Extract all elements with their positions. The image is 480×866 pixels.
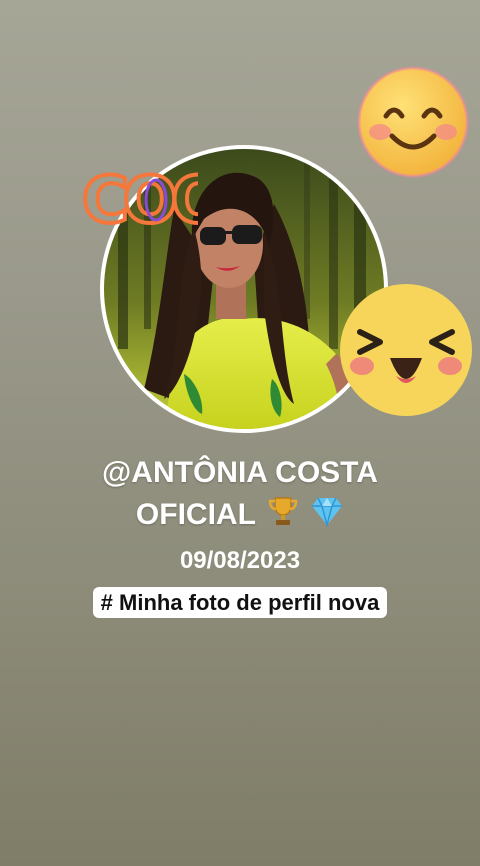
post-date: 09/08/2023 — [179, 547, 301, 574]
caption-container: # Minha foto de perfil nova — [90, 585, 390, 621]
username-suffix: OFICIAL — [135, 498, 256, 531]
story-canvas: COOL — [0, 0, 480, 866]
trophy-icon — [268, 495, 298, 539]
caption-text: # Minha foto de perfil nova — [92, 587, 388, 618]
profile-username: @ANTÔNIA COSTA OFICIAL — [40, 452, 440, 539]
cool-sticker: COOL — [78, 156, 198, 236]
username-line-2: OFICIAL — [40, 494, 440, 539]
cool-sticker-text: COOL — [82, 164, 198, 236]
laughing-face-emoji — [336, 280, 476, 420]
gem-icon — [310, 495, 344, 539]
smiling-face-emoji — [356, 66, 470, 178]
username-line-1: @ANTÔNIA COSTA — [102, 456, 378, 489]
